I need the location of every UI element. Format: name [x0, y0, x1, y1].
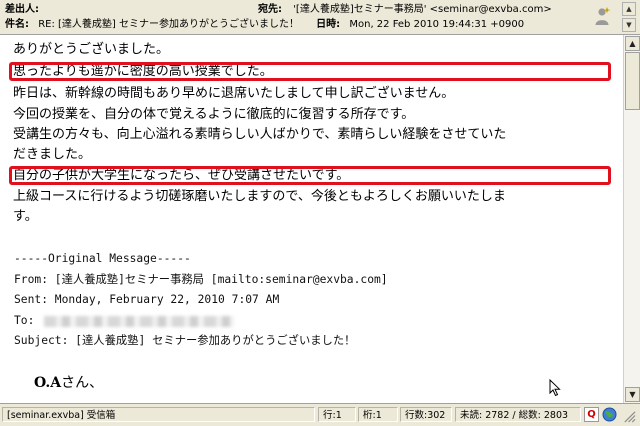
status-folder: [seminar.exvba] 受信箱 [2, 407, 315, 422]
greeting-name: O.A [34, 375, 62, 391]
body-line: だきました。 [13, 147, 92, 162]
body-line: 今回の授業を、自分の体で覚えるように徹底的に復習する所存です。 [13, 107, 415, 122]
to-row: 宛先: '[達人養成塾]セミナー事務局' <seminar@exvba.com> [258, 3, 552, 17]
resize-grip-icon[interactable] [622, 409, 636, 423]
original-sent-line: Sent: Monday, February 22, 2010 7:07 AM [14, 293, 280, 306]
header-scroll-down-icon[interactable]: ▼ [622, 18, 636, 32]
redacted-recipient [44, 315, 235, 327]
add-contact-icon[interactable] [594, 6, 612, 26]
original-message-separator: -----Original Message----- [14, 252, 191, 265]
scroll-up-icon[interactable]: ▲ [625, 36, 640, 51]
to-value[interactable]: '[達人養成塾]セミナー事務局' <seminar@exvba.com> [293, 4, 552, 15]
date-value: Mon, 22 Feb 2010 19:44:31 +0900 [349, 19, 525, 30]
original-subject-line: Subject: [達人養成塾] セミナー参加ありがとうございました！ [14, 334, 356, 347]
scroll-thumb[interactable] [625, 52, 640, 110]
body-line: す。 [13, 209, 38, 224]
body-line: 上級コースに行けるよう切磋琢磨いたしますので、今後ともよろしくお願いいたしま [13, 189, 506, 204]
message-header: 差出人: 宛先: '[達人養成塾]セミナー事務局' <seminar@exvba… [0, 0, 640, 35]
subject-row: 件名: RE: [達人養成塾] セミナー参加ありがとうございました！ 日時: M… [5, 18, 524, 32]
scroll-down-icon[interactable]: ▼ [625, 387, 640, 402]
body-line: ありがとうございました。 [13, 42, 170, 57]
q-icon[interactable]: Q [584, 407, 599, 422]
date-label: 日時: [316, 19, 341, 30]
status-row-count: 行数:302 [400, 407, 452, 422]
subject-value: RE: [達人養成塾] セミナー参加ありがとうございました！ [38, 19, 299, 30]
from-row: 差出人: [5, 3, 39, 17]
header-scroll-up-icon[interactable]: ▲ [622, 2, 636, 16]
message-body[interactable]: ありがとうございました。 思ったよりも遥かに密度の高い授業でした。 昨日は、新幹… [0, 35, 623, 403]
original-to-label: To: [14, 314, 35, 327]
from-label: 差出人: [5, 4, 39, 15]
body-line: 受講生の方々も、向上心溢れる素晴らしい人ばかりで、素晴らしい経験をさせていた [13, 127, 507, 142]
globe-icon[interactable] [602, 407, 617, 422]
status-line: 行:1 [318, 407, 356, 422]
subject-label: 件名: [5, 19, 29, 30]
header-scroll: ▲ ▼ [622, 2, 636, 32]
greeting-suffix: さん、 [61, 375, 104, 391]
greeting: O.Aさん、 [34, 372, 103, 392]
vertical-scrollbar[interactable]: ▲ ▼ [623, 35, 640, 403]
original-to-line: To: [14, 314, 235, 328]
highlight-box [9, 166, 611, 185]
status-column: 桁:1 [358, 407, 398, 422]
status-counts: 未読: 2782 / 総数: 2803 [455, 407, 581, 422]
body-line: 昨日は、新幹線の時間もあり早めに退席いたしまして申し訳ございません。 [13, 86, 455, 101]
to-label: 宛先: [258, 4, 282, 15]
mouse-cursor-icon [549, 379, 561, 397]
status-bar: [seminar.exvba] 受信箱 行:1 桁:1 行数:302 未読: 2… [0, 403, 640, 426]
original-from-line: From: [達人養成塾]セミナー事務局 [mailto:seminar@exv… [14, 273, 388, 286]
highlight-box [9, 62, 611, 81]
